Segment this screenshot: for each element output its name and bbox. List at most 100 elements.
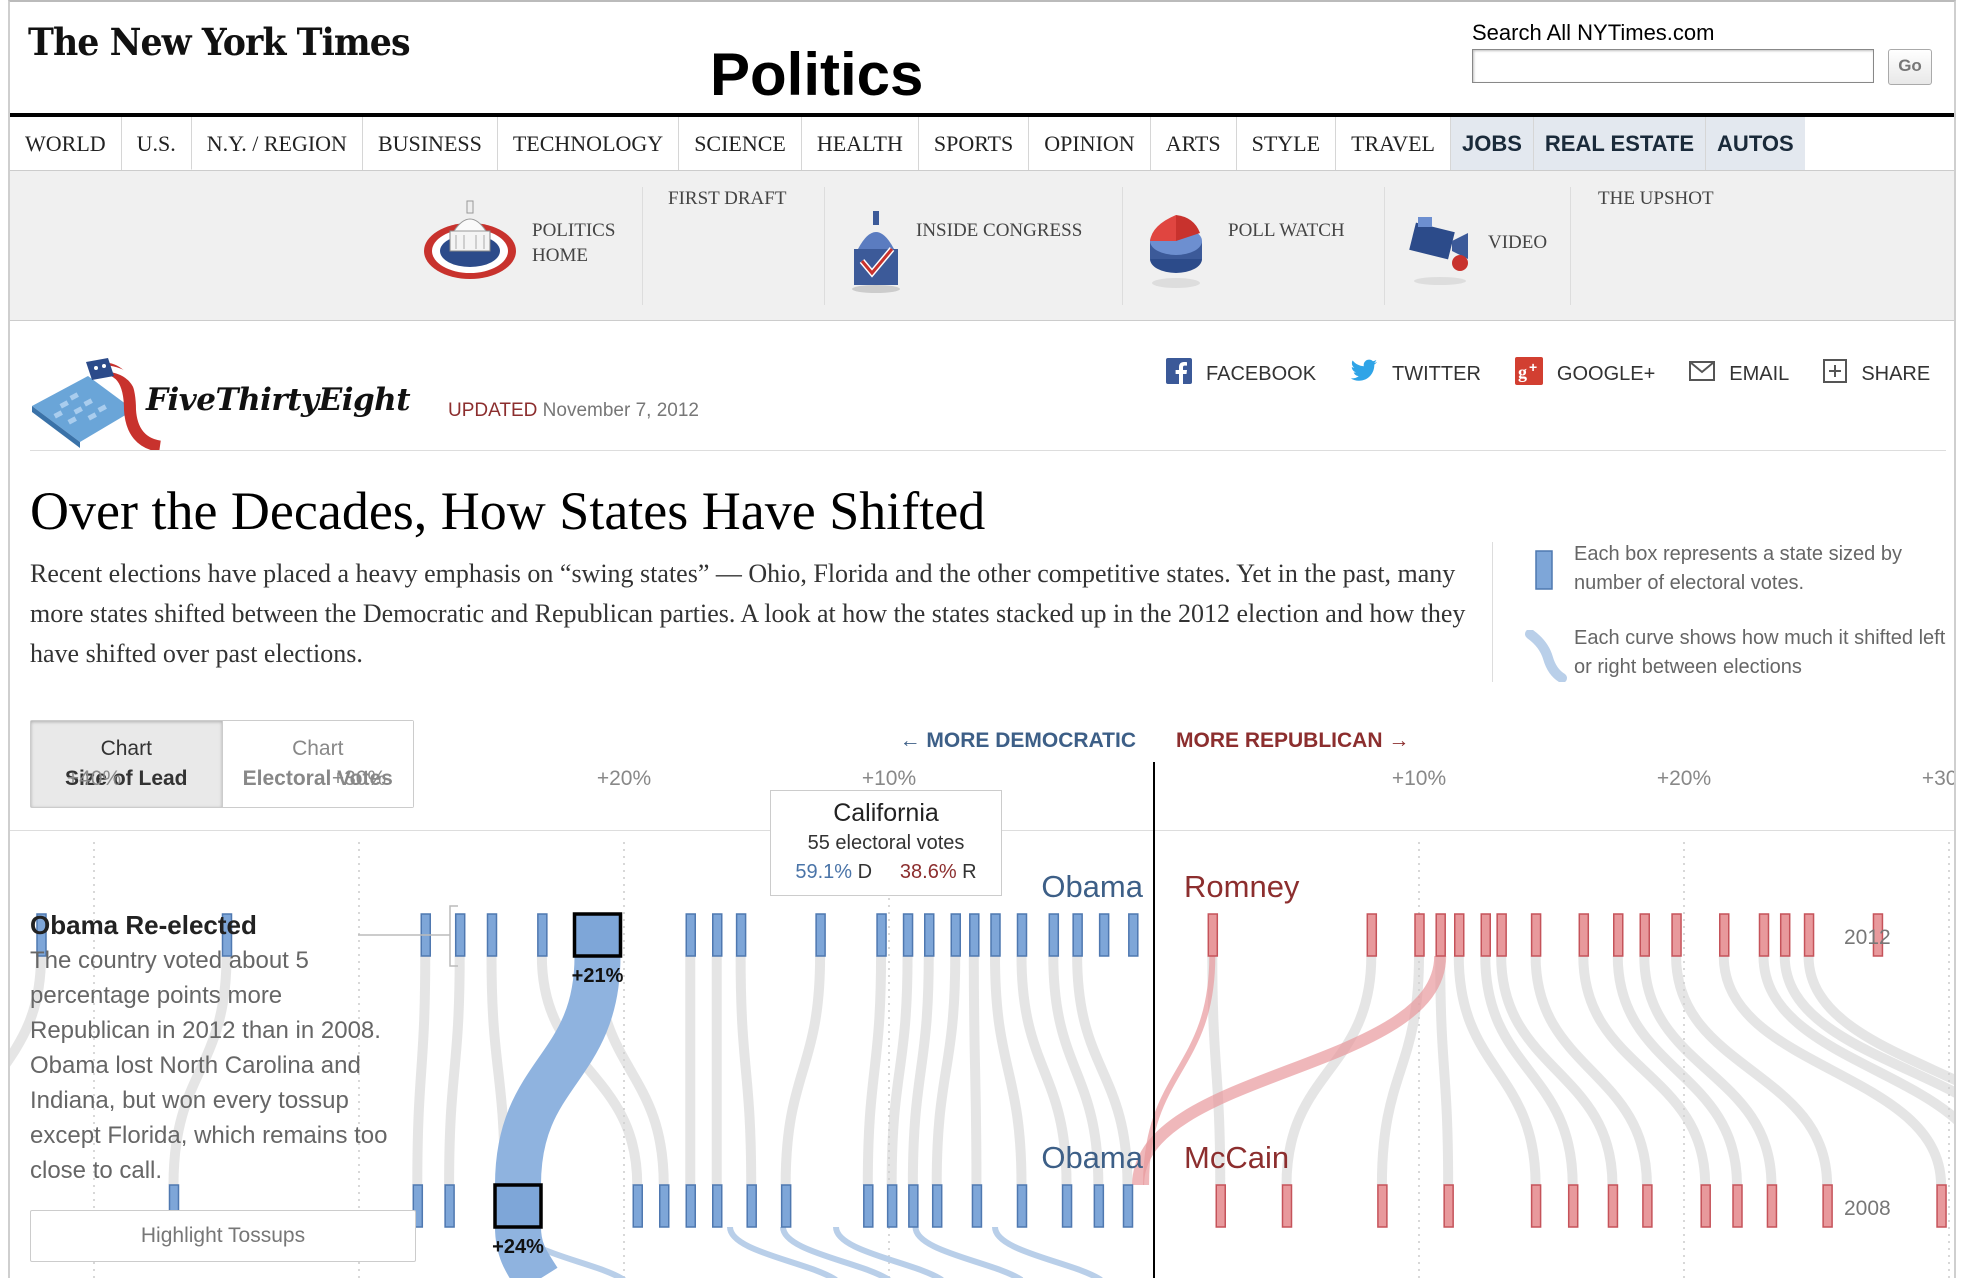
dem-state-box [685,913,696,957]
rep-state-box [1613,913,1624,957]
chart-annotation: Obama Re-elected The country voted about… [30,910,390,1188]
dem-state-box [1048,913,1060,957]
x-tick-label: +40% [67,767,121,790]
dem-state-box [1016,913,1028,957]
california-state-box [572,912,623,958]
rep-candidate-label: McCain [1184,1140,1289,1175]
shift-curve [1376,955,1424,1186]
x-tick-label: +30% [332,767,386,790]
rep-state-box [1719,913,1730,957]
dem-state-box [1061,1184,1073,1228]
dem-state-box [780,1184,792,1228]
dem-state-box [712,913,723,957]
rep-state-box [1496,913,1507,957]
dem-state-box [1128,913,1139,957]
shift-curve [886,955,913,1186]
tooltip-dem-letter: D [857,861,873,883]
tooltip-electoral-votes: 55 electoral votes [807,832,965,854]
dem-state-box [902,913,914,957]
tooltip-rep-pct: 38.6% [899,861,957,883]
dem-state-box [950,913,961,957]
rep-state-box [1207,913,1219,957]
annotation-body: The country voted about 5 percentage poi… [30,947,388,1184]
rep-state-box [1435,913,1446,957]
rep-state-box [1607,1184,1619,1228]
tooltip-dem-pct: 59.1% [795,861,853,883]
california-state-box [493,1183,543,1229]
dem-state-box [1122,1184,1134,1228]
dem-state-box [1072,913,1083,957]
dem-state-box [685,1184,696,1228]
rep-state-box [1578,913,1590,957]
dem-candidate-label: Obama [1041,1140,1143,1175]
year-label: 2012 [1844,926,1891,949]
dem-state-box [659,1184,670,1228]
dem-candidate-label: Obama [1041,869,1143,904]
shift-curve [735,955,757,1186]
dem-state-box [537,913,548,957]
rep-state-box [1758,913,1770,957]
dem-state-box [908,1184,919,1228]
dem-state-box [863,1184,874,1228]
california-margin-label: +21% [572,965,624,987]
dem-state-box [990,913,1001,957]
dem-state-box [886,1184,898,1228]
dem-state-box [924,913,935,957]
dem-state-box [1016,1184,1028,1228]
more-republican-label: MORE REPUBLICAN → [1176,729,1409,752]
rep-state-box [1281,1184,1293,1228]
dem-state-box [931,1184,943,1228]
x-tick-label: +10% [1392,767,1446,790]
shift-curve [992,1226,1103,1278]
dem-state-box [735,913,747,957]
shift-curve [780,955,826,1186]
tooltip-vote-share: 59.1% D 38.6% R [771,861,1001,884]
rep-state-box [1822,1184,1833,1228]
rep-state-box [1414,913,1425,957]
rep-state-box [1530,913,1542,957]
shift-curve [862,955,887,1186]
rep-state-box [1671,913,1682,957]
rep-state-box [1454,913,1465,957]
rep-state-box [1366,913,1378,957]
rep-state-box [1700,1184,1711,1228]
dem-state-box [454,913,466,957]
annotation-title: Obama Re-elected [30,910,257,940]
dem-state-box [971,1184,983,1228]
page: The New York Times Politics Search All N… [8,0,1956,1278]
year-label: 2008 [1844,1197,1891,1220]
x-tick-label: +20% [597,767,651,790]
rep-state-box [1443,1184,1454,1228]
dem-state-box [815,913,826,957]
x-tick-label: +10% [862,767,916,790]
shift-curve [1435,955,1454,1186]
rep-state-box [1779,913,1791,957]
tooltip-rep-letter: R [962,861,977,883]
rep-state-box [1215,1184,1226,1228]
california-shift-curve [495,955,621,1186]
dem-state-box [969,913,980,957]
highlight-tossups-button[interactable]: Highlight Tossups [30,1210,416,1262]
shift-curve [931,955,961,1186]
rep-state-box [1480,913,1491,957]
shift-curve [912,1226,1024,1278]
dem-state-box [876,913,887,957]
shift-curve [412,955,431,1186]
rep-state-box [1642,1184,1653,1228]
california-margin-label: +24% [492,1236,544,1258]
rep-state-box [1530,1184,1542,1228]
state-tooltip: California 55 electoral votes 59.1% D 38… [770,790,1002,896]
dem-state-box [746,1184,757,1228]
dem-state-box [632,1184,643,1228]
dem-state-box [486,913,498,957]
shift-curve [444,955,465,1186]
shift-curve [990,955,1027,1186]
dem-state-box [1093,1184,1105,1228]
tooltip-state-name: California [833,799,939,827]
rep-state-box [1377,1184,1388,1228]
dem-state-box [1098,913,1110,957]
rep-state-box [1766,1184,1778,1228]
shift-curve [968,955,982,1186]
rep-state-box [1936,1184,1947,1228]
dem-state-box [444,1184,455,1228]
